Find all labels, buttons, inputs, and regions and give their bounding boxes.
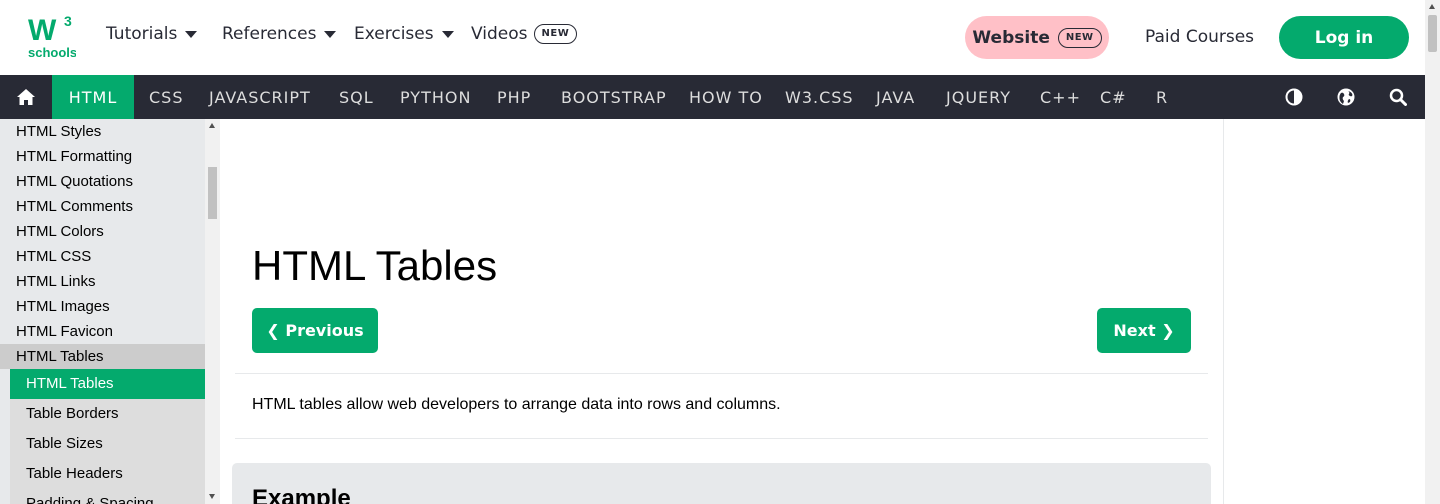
nav-tab-html[interactable]: HTML [52, 75, 134, 119]
caret-down-icon [185, 30, 198, 38]
contrast-icon [1285, 88, 1303, 106]
globe-icon [1337, 88, 1355, 106]
nav-tab-css[interactable]: CSS [134, 75, 198, 119]
page-title: HTML Tables [252, 242, 498, 289]
logo-w: W [28, 14, 57, 47]
logo-text: schools [28, 45, 76, 60]
previous-button[interactable]: ❮ Previous [252, 308, 378, 353]
language-button[interactable] [1328, 75, 1364, 119]
nav-tab-r[interactable]: R [1141, 75, 1183, 119]
exercises-label: Exercises [354, 24, 434, 44]
exercises-menu[interactable]: Exercises [354, 24, 454, 44]
tutorials-menu[interactable]: Tutorials [106, 24, 198, 44]
search-icon [1389, 88, 1407, 106]
videos-new-badge: NEW [533, 24, 578, 44]
caret-down-icon [441, 30, 454, 38]
main-content: HTML Tables ❮ Previous Next ❯ HTML table… [220, 119, 1224, 504]
website-label: Website [972, 27, 1050, 48]
next-button[interactable]: Next ❯ [1097, 308, 1191, 353]
nav-tab-java[interactable]: JAVA [861, 75, 930, 119]
home-button[interactable] [0, 75, 52, 119]
sidebar-item-html-quotations[interactable]: HTML Quotations [0, 169, 205, 194]
website-new-badge: NEW [1057, 27, 1102, 48]
sidebar-item-html-links[interactable]: HTML Links [0, 269, 205, 294]
nav-tab-bootstrap[interactable]: BOOTSTRAP [546, 75, 682, 119]
page-scrollbar-thumb[interactable] [1428, 15, 1437, 52]
sidebar-subitem-html-tables[interactable]: HTML Tables [10, 369, 205, 399]
sidebar-item-html-tables[interactable]: HTML Tables [0, 344, 205, 369]
w3schools-logo[interactable]: W 3 schools [28, 13, 77, 60]
home-icon [17, 89, 35, 105]
website-button[interactable]: Website NEW [965, 16, 1109, 59]
sidebar-subitem-table-borders[interactable]: Table Borders [10, 399, 205, 429]
sidebar-submenu: HTML Tables Table Borders Table Sizes Table… [10, 369, 205, 504]
tutorials-label: Tutorials [106, 24, 178, 44]
nav-tab-w3-css[interactable]: W3.CSS [770, 75, 869, 119]
paid-courses-link[interactable]: Paid Courses [1145, 27, 1254, 47]
nav-tab-jquery[interactable]: JQUERY [931, 75, 1026, 119]
sidebar-subitem-table-sizes[interactable]: Table Sizes [10, 429, 205, 459]
sidebar: HTML Styles HTML Formatting HTML Quotation… [0, 119, 220, 504]
sidebar-item-html-comments[interactable]: HTML Comments [0, 194, 205, 219]
scroll-down-arrow-icon[interactable] [209, 494, 215, 499]
nav-tab-python[interactable]: PYTHON [385, 75, 486, 119]
nav-tab-how-to[interactable]: HOW TO [674, 75, 778, 119]
videos-link[interactable]: Videos NEW [471, 24, 578, 44]
videos-label: Videos [471, 24, 528, 44]
sidebar-list: HTML Styles HTML Formatting HTML Quotation… [0, 119, 205, 504]
sidebar-scrollbar-thumb[interactable] [208, 167, 217, 219]
login-button[interactable]: Log in [1279, 16, 1409, 59]
sidebar-scrollbar[interactable] [205, 119, 220, 504]
logo-sup: 3 [64, 14, 72, 29]
search-button[interactable] [1380, 75, 1416, 119]
references-menu[interactable]: References [222, 24, 337, 44]
theme-toggle-button[interactable] [1276, 75, 1312, 119]
scroll-up-arrow-icon[interactable] [209, 123, 215, 128]
sidebar-subitem-table-headers[interactable]: Table Headers [10, 459, 205, 489]
sidebar-subitem-padding-spacing[interactable]: Padding & Spacing [10, 489, 205, 504]
subject-nav-bar: HTML CSS JAVASCRIPT SQL PYTHON PHP BOOTSTRAP HO… [0, 75, 1425, 119]
right-ad-area [1225, 119, 1425, 504]
example-title: Example [252, 485, 351, 504]
divider [235, 438, 1208, 439]
sidebar-item-html-images[interactable]: HTML Images [0, 294, 205, 319]
sidebar-item-html-styles[interactable]: HTML Styles [0, 119, 205, 144]
caret-down-icon [324, 30, 337, 38]
nav-tab-php[interactable]: PHP [482, 75, 546, 119]
nav-tab-ccsharp[interactable]: C# [1085, 75, 1142, 119]
nav-tab-sql[interactable]: SQL [324, 75, 389, 119]
sidebar-item-html-colors[interactable]: HTML Colors [0, 219, 205, 244]
references-label: References [222, 24, 317, 44]
scroll-up-arrow-icon[interactable] [1429, 4, 1435, 9]
example-box: Example [232, 463, 1211, 504]
sidebar-item-html-formatting[interactable]: HTML Formatting [0, 144, 205, 169]
divider [235, 373, 1208, 374]
top-bar: W 3 schools Tutorials References Exercis… [0, 0, 1425, 75]
sidebar-item-html-favicon[interactable]: HTML Favicon [0, 319, 205, 344]
sidebar-item-html-css[interactable]: HTML CSS [0, 244, 205, 269]
page-scrollbar[interactable] [1425, 0, 1440, 504]
intro-paragraph: HTML tables allow web developers to arra… [252, 396, 781, 413]
nav-tab-javascript[interactable]: JAVASCRIPT [194, 75, 326, 119]
